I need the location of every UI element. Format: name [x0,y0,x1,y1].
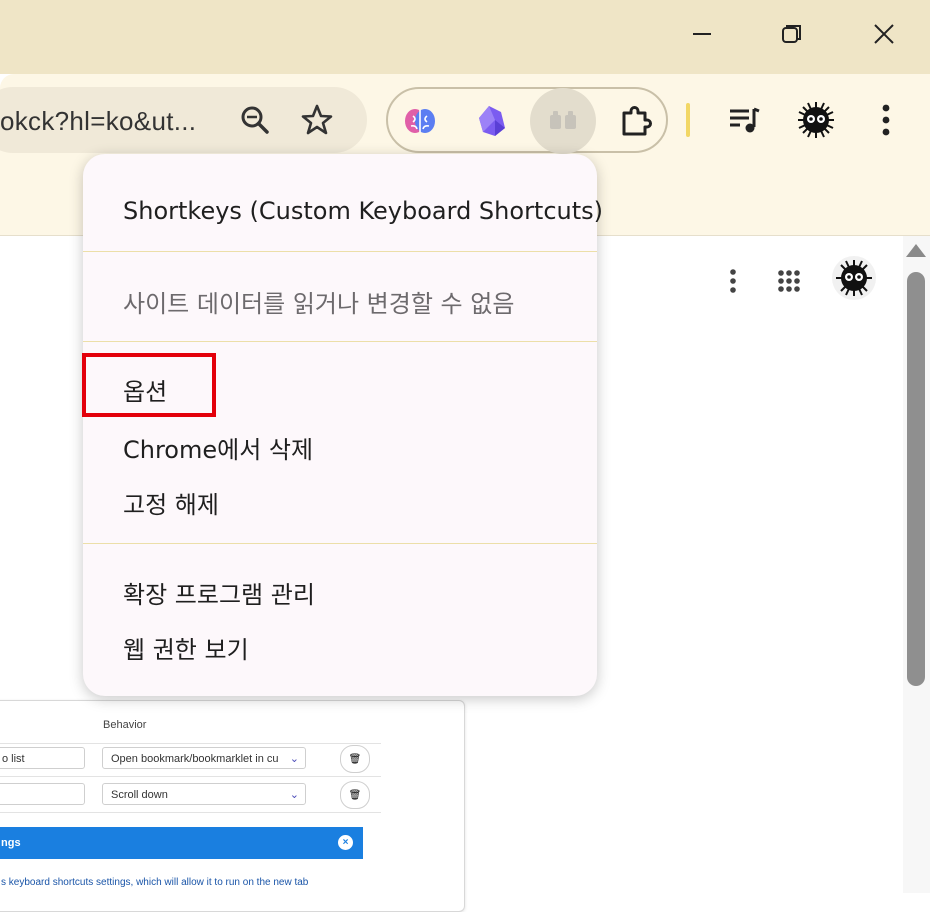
shortcut-input [0,783,85,805]
reading-list-icon[interactable] [722,98,766,142]
banner-description: s keyboard shortcuts settings, which wil… [1,877,309,888]
pinned-extensions-group [386,87,668,154]
behavior-select: Open bookmark/bookmarklet in cu ⌄ [102,747,306,769]
chevron-down-icon: ⌄ [289,789,299,801]
menu-item-site-access: 사이트 데이터를 읽거나 변경할 수 없음 [123,290,515,318]
trash-icon: 🗑 [340,745,370,773]
extension-context-menu: Shortkeys (Custom Keyboard Shortcuts) 사이… [83,154,603,696]
brain-extension-icon[interactable] [398,99,442,143]
bookmark-star-icon[interactable] [300,103,334,137]
crystal-extension-icon[interactable] [470,99,514,143]
settings-banner: ngs × [0,827,363,859]
url-text[interactable]: okck?hl=ko&ut... [0,106,196,137]
menu-item-remove-from-chrome[interactable]: Chrome에서 삭제 [123,430,313,465]
behavior-select-value: Open bookmark/bookmarklet in cu [111,753,279,765]
apps-grid-icon[interactable] [769,261,809,301]
restore-icon[interactable] [770,14,814,54]
menu-item-view-web-permissions[interactable]: 웹 권한 보기 [123,630,249,665]
shortkeys-extension-icon[interactable] [530,88,596,154]
title-bar [0,0,930,74]
scrollbar-thumb[interactable] [907,272,925,686]
more-vert-icon[interactable] [713,261,753,301]
table-header: Behavior [0,701,381,744]
scroll-up-arrow-icon[interactable] [906,244,926,257]
menu-divider [83,543,597,544]
behavior-column-header: Behavior [103,719,147,731]
menu-item-extension-name[interactable]: Shortkeys (Custom Keyboard Shortcuts) [123,197,603,225]
minimize-icon[interactable] [680,14,724,54]
omnibox[interactable]: okck?hl=ko&ut... [0,87,367,153]
toolbar-separator [686,103,690,137]
trash-icon: 🗑 [340,781,370,809]
shortcut-input: o list [0,747,85,769]
banner-title: ngs [1,837,21,849]
menu-item-unpin[interactable]: 고정 해제 [123,485,219,520]
account-avatar-icon[interactable] [832,256,876,300]
menu-item-manage-extensions[interactable]: 확장 프로그램 관리 [123,575,315,610]
table-row: o list Open bookmark/bookmarklet in cu ⌄… [0,741,381,777]
menu-divider [83,341,597,342]
profile-avatar-icon[interactable] [794,98,838,142]
menu-divider [83,251,597,252]
chevron-down-icon: ⌄ [289,753,299,765]
settings-screenshot-image: Behavior o list Open bookmark/bookmarkle… [0,700,465,912]
zoom-out-icon[interactable] [238,103,272,137]
behavior-select: Scroll down ⌄ [102,783,306,805]
more-menu-icon[interactable] [864,98,908,142]
extensions-puzzle-icon[interactable] [614,99,658,143]
browser-toolbar: okck?hl=ko&ut... [0,74,930,166]
close-icon: × [338,835,353,850]
behavior-select-value: Scroll down [111,789,168,801]
options-highlight-box [82,353,216,417]
close-icon[interactable] [862,14,906,54]
table-row: Scroll down ⌄ 🗑 [0,777,381,813]
